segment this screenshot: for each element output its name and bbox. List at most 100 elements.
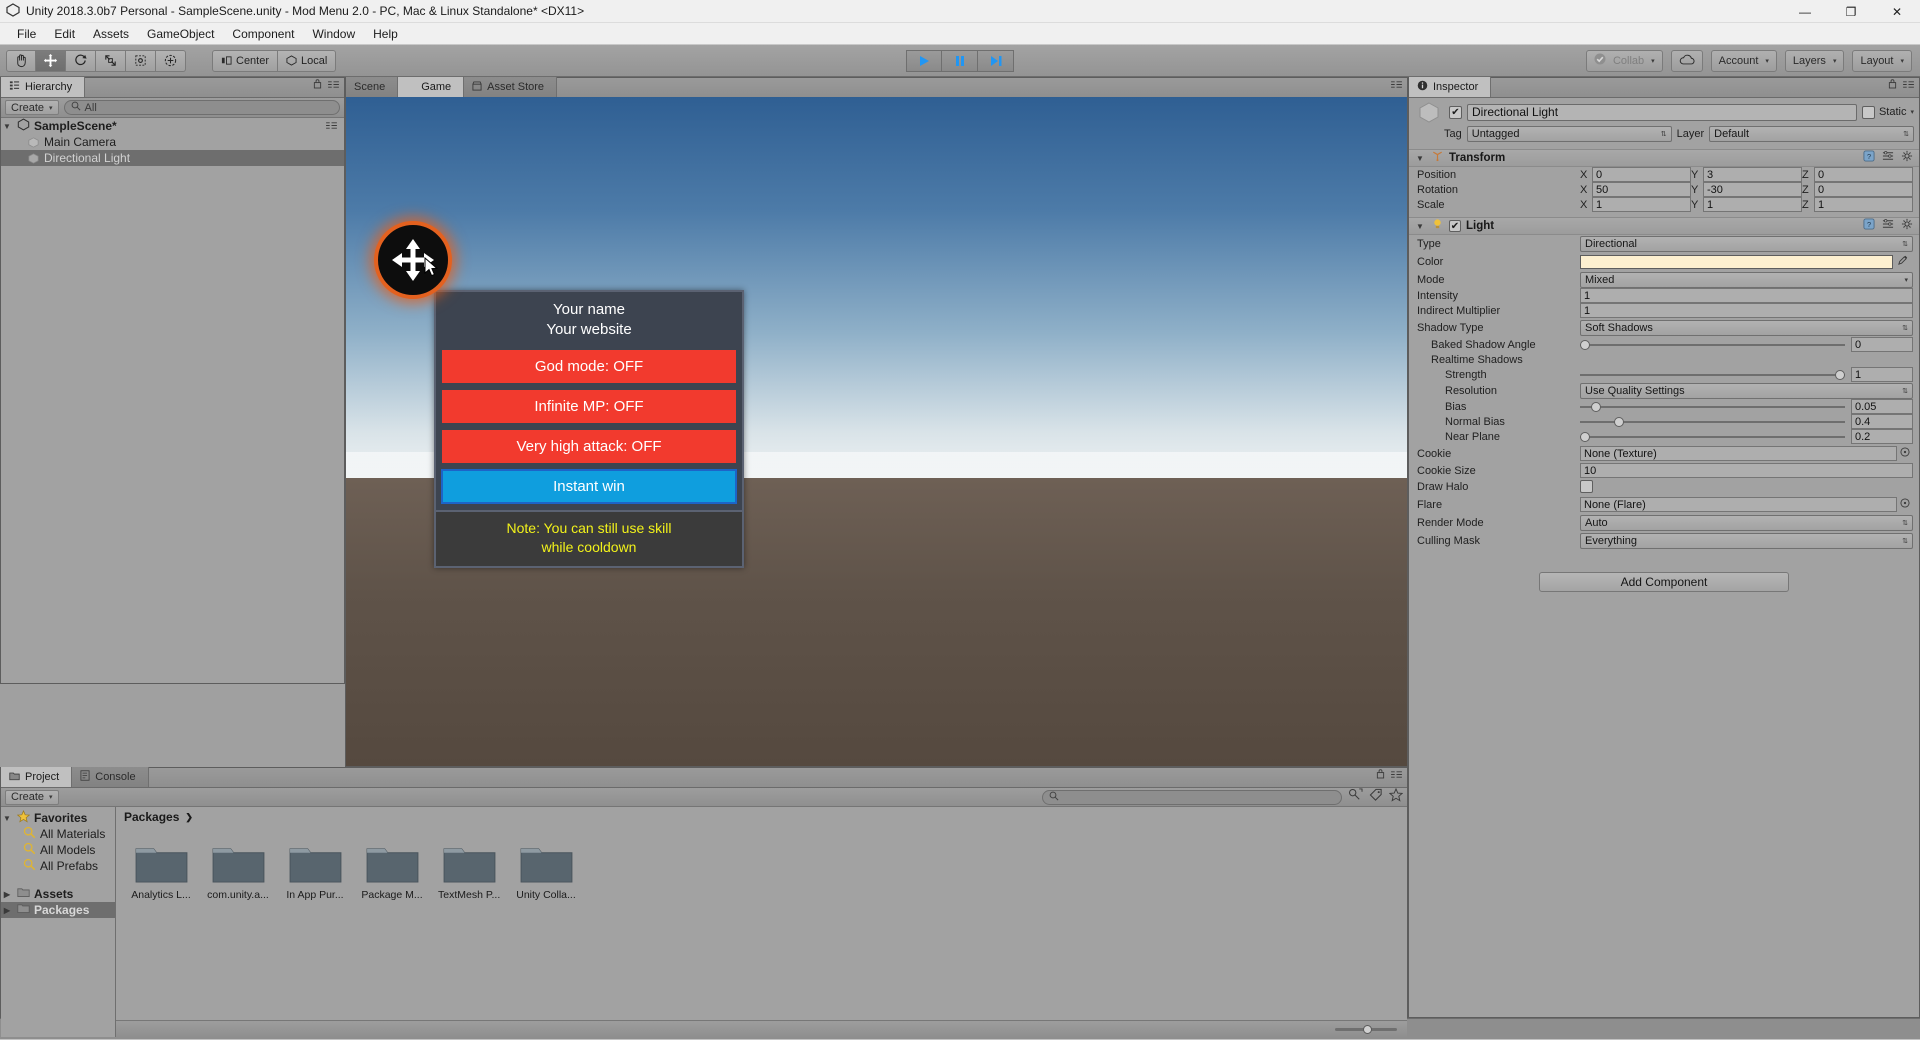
- menu-gameobject[interactable]: GameObject: [138, 25, 223, 43]
- shadow-bias-track[interactable]: [1580, 406, 1845, 408]
- light-intensity-field[interactable]: 1: [1580, 288, 1913, 303]
- icon-size-slider[interactable]: [1335, 1028, 1397, 1031]
- rotation-x-field[interactable]: 50: [1592, 182, 1691, 197]
- search-by-type-icon[interactable]: [1348, 788, 1363, 807]
- play-button[interactable]: [906, 50, 942, 72]
- project-create-button[interactable]: Create ▾: [5, 790, 59, 805]
- help-icon[interactable]: ?: [1863, 217, 1875, 235]
- transform-component-header[interactable]: ▼ Transform ?: [1409, 149, 1919, 167]
- menu-help[interactable]: Help: [364, 25, 407, 43]
- account-button[interactable]: Account ▾: [1711, 50, 1777, 72]
- baked-shadow-angle-track[interactable]: [1580, 344, 1845, 346]
- chevron-right-icon[interactable]: ▶: [1, 906, 13, 915]
- shadow-strength-knob[interactable]: [1835, 370, 1845, 380]
- position-x-field[interactable]: 0: [1592, 167, 1691, 182]
- shadow-normal-bias-slider[interactable]: 0.4: [1580, 414, 1913, 429]
- maximize-button[interactable]: ❐: [1828, 0, 1874, 23]
- folder-item[interactable]: com.unity.a...: [207, 841, 269, 901]
- hierarchy-create-button[interactable]: Create ▾: [5, 100, 59, 115]
- scale-y-field[interactable]: 1: [1703, 197, 1802, 212]
- position-y-field[interactable]: 3: [1703, 167, 1802, 182]
- rotation-y-field[interactable]: -30: [1703, 182, 1802, 197]
- preset-icon[interactable]: [1882, 217, 1894, 235]
- chevron-down-icon[interactable]: ▼: [1414, 222, 1426, 231]
- menu-component[interactable]: Component: [223, 25, 303, 43]
- object-picker-icon[interactable]: [1897, 447, 1913, 460]
- hierarchy-search-input[interactable]: All: [64, 100, 340, 115]
- breadcrumb-label[interactable]: Packages: [124, 810, 179, 824]
- tab-asset-store[interactable]: Asset Store: [464, 77, 557, 97]
- scale-x-field[interactable]: 1: [1592, 197, 1691, 212]
- hand-tool-icon[interactable]: [6, 50, 36, 72]
- pause-button[interactable]: [942, 50, 978, 72]
- baked-shadow-angle-slider[interactable]: 0: [1580, 337, 1913, 352]
- shadow-normal-bias-knob[interactable]: [1614, 417, 1624, 427]
- layers-button[interactable]: Layers ▾: [1785, 50, 1845, 72]
- culling-mask-dropdown[interactable]: Everything ⇅: [1580, 533, 1913, 549]
- scale-x-cell[interactable]: X1: [1580, 197, 1691, 212]
- menu-assets[interactable]: Assets: [84, 25, 138, 43]
- folder-item[interactable]: In App Pur...: [284, 841, 346, 901]
- eyedropper-icon[interactable]: [1893, 254, 1913, 269]
- light-enabled-checkbox[interactable]: ✔: [1449, 220, 1461, 232]
- cookie-size-field[interactable]: 10: [1580, 463, 1913, 478]
- panel-menu-icon[interactable]: [327, 76, 340, 94]
- rotation-z-cell[interactable]: Z0: [1802, 182, 1913, 197]
- shadow-normal-bias-value[interactable]: 0.4: [1851, 414, 1913, 429]
- transform-tool-icon[interactable]: [156, 50, 186, 72]
- panel-menu-icon[interactable]: [1390, 76, 1403, 94]
- shadow-type-dropdown[interactable]: Soft Shadows ⇅: [1580, 320, 1913, 336]
- step-button[interactable]: [978, 50, 1014, 72]
- scale-tool-icon[interactable]: [96, 50, 126, 72]
- icon-size-slider-knob[interactable]: [1363, 1025, 1372, 1034]
- project-search-input[interactable]: [1042, 790, 1342, 805]
- light-color-swatch[interactable]: [1580, 255, 1893, 269]
- light-type-dropdown[interactable]: Directional ⇅: [1580, 236, 1913, 252]
- layout-button[interactable]: Layout ▾: [1852, 50, 1912, 72]
- static-toggle[interactable]: Static ▾: [1862, 106, 1914, 119]
- cookie-field[interactable]: None (Texture): [1580, 446, 1897, 461]
- menu-window[interactable]: Window: [303, 25, 364, 43]
- tab-project[interactable]: Project: [1, 767, 72, 787]
- layer-dropdown[interactable]: Default ⇅: [1709, 126, 1914, 142]
- position-z-field[interactable]: 0: [1814, 167, 1913, 182]
- tree-row-all-materials[interactable]: All Materials: [1, 826, 115, 842]
- gear-icon[interactable]: [1901, 149, 1913, 167]
- panel-menu-icon[interactable]: [1902, 76, 1915, 94]
- shadow-near-plane-track[interactable]: [1580, 436, 1845, 438]
- shadow-bias-value[interactable]: 0.05: [1851, 399, 1913, 414]
- object-name-field[interactable]: Directional Light: [1467, 104, 1857, 121]
- tag-dropdown[interactable]: Untagged ⇅: [1467, 126, 1672, 142]
- rotate-tool-icon[interactable]: [66, 50, 96, 72]
- chevron-down-icon[interactable]: ▼: [1, 122, 13, 131]
- flare-field[interactable]: None (Flare): [1580, 497, 1897, 512]
- shadow-bias-slider[interactable]: 0.05: [1580, 399, 1913, 414]
- scale-z-cell[interactable]: Z1: [1802, 197, 1913, 212]
- shadow-resolution-dropdown[interactable]: Use Quality Settings ⇅: [1580, 383, 1913, 399]
- shadow-strength-track[interactable]: [1580, 374, 1845, 376]
- very-high-attack-button[interactable]: Very high attack: OFF: [442, 430, 736, 463]
- panel-menu-icon[interactable]: [1390, 766, 1403, 784]
- rotation-z-field[interactable]: 0: [1814, 182, 1913, 197]
- rotation-y-cell[interactable]: Y-30: [1691, 182, 1802, 197]
- chevron-down-icon[interactable]: ▼: [1, 814, 13, 823]
- cloud-button[interactable]: [1671, 50, 1703, 72]
- tab-game[interactable]: Game: [398, 77, 464, 97]
- move-tool-icon[interactable]: [36, 50, 66, 72]
- folder-item[interactable]: TextMesh P...: [438, 841, 500, 901]
- baked-shadow-angle-value[interactable]: 0: [1851, 337, 1913, 352]
- gear-icon[interactable]: [1901, 217, 1913, 235]
- shadow-near-plane-knob[interactable]: [1580, 432, 1590, 442]
- tree-row-favorites[interactable]: ▼ Favorites: [1, 810, 115, 826]
- god-mode-button[interactable]: God mode: OFF: [442, 350, 736, 383]
- object-active-checkbox[interactable]: ✔: [1449, 106, 1462, 119]
- scale-z-field[interactable]: 1: [1814, 197, 1913, 212]
- hierarchy-row-directional-light[interactable]: Directional Light: [1, 150, 344, 166]
- scale-y-cell[interactable]: Y1: [1691, 197, 1802, 212]
- tab-hierarchy[interactable]: Hierarchy: [1, 77, 85, 97]
- shadow-near-plane-slider[interactable]: 0.2: [1580, 429, 1913, 444]
- lock-icon[interactable]: [313, 76, 322, 94]
- close-button[interactable]: ✕: [1874, 0, 1920, 23]
- position-x-cell[interactable]: X0: [1580, 167, 1691, 182]
- folder-item[interactable]: Package M...: [361, 841, 423, 901]
